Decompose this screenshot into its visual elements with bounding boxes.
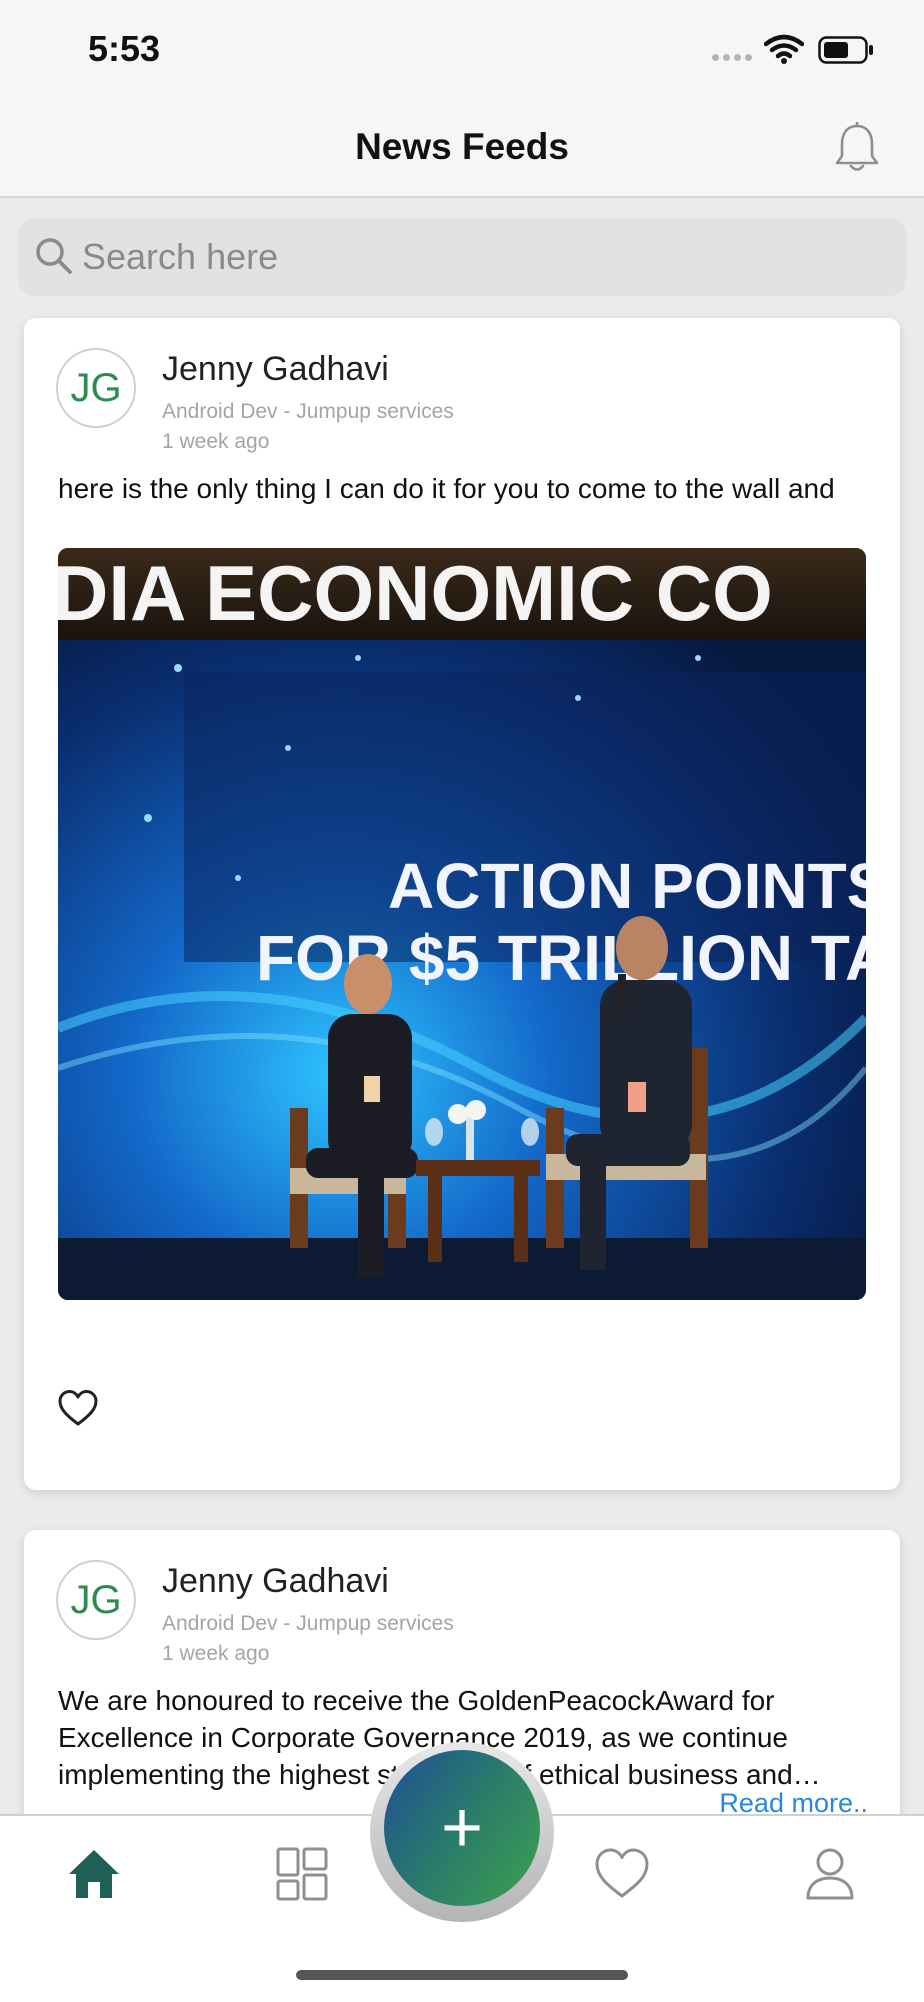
image-screen-line1: ACTION POINTS xyxy=(388,850,866,922)
battery-icon xyxy=(818,36,873,64)
post-timestamp: 1 week ago xyxy=(162,1642,270,1665)
grid-icon xyxy=(276,1847,328,1901)
like-heart-icon[interactable] xyxy=(56,1388,100,1428)
profile-icon xyxy=(806,1848,854,1900)
status-time: 5:53 xyxy=(88,28,161,69)
notification-bell-icon[interactable] xyxy=(834,122,880,174)
tab-home[interactable] xyxy=(64,1844,124,1904)
tab-favorites[interactable] xyxy=(592,1844,652,1904)
author-name[interactable]: Jenny Gadhavi xyxy=(162,1562,389,1601)
status-bar: 5:53 xyxy=(0,0,924,100)
post-card[interactable]: JG Jenny Gadhavi Android Dev - Jumpup se… xyxy=(24,318,900,1490)
page-title: News Feeds xyxy=(355,126,569,167)
search-input[interactable] xyxy=(82,230,882,284)
heart-icon xyxy=(595,1848,649,1898)
post-text: here is the only thing I can do it for y… xyxy=(58,473,835,504)
search-icon xyxy=(36,238,72,274)
home-icon xyxy=(69,1850,119,1898)
tab-grid[interactable] xyxy=(272,1844,332,1904)
wifi-icon xyxy=(764,34,804,64)
app-header: News Feeds xyxy=(0,100,924,198)
image-banner-text: DIA ECONOMIC CO xyxy=(58,549,773,637)
avatar[interactable]: JG xyxy=(56,1560,136,1640)
author-name[interactable]: Jenny Gadhavi xyxy=(162,350,389,389)
post-timestamp: 1 week ago xyxy=(162,430,270,453)
avatar[interactable]: JG xyxy=(56,348,136,428)
home-indicator xyxy=(296,1970,628,1980)
cellular-signal-icon xyxy=(712,54,752,61)
author-role: Android Dev - Jumpup services xyxy=(162,400,454,423)
author-role: Android Dev - Jumpup services xyxy=(162,1612,454,1635)
add-post-button[interactable]: + xyxy=(384,1750,540,1906)
tab-profile[interactable] xyxy=(800,1844,860,1904)
post-image[interactable]: DIA ECONOMIC CO ACTION POINTS FOR $5 TRI… xyxy=(58,548,866,1300)
